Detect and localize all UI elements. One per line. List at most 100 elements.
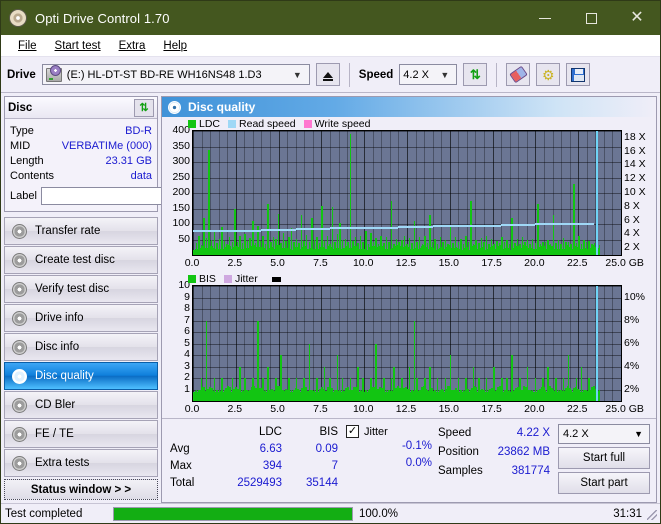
ldc-plot-area[interactable]: [192, 130, 622, 257]
speed-label: Speed: [358, 68, 394, 81]
minimize-button[interactable]: [522, 1, 568, 35]
sidebar-item-label: Verify test disc: [35, 283, 110, 295]
samples-readout: Samples 381774: [438, 461, 558, 480]
position-readout: Position 23862 MB: [438, 442, 558, 461]
minimize-icon: [539, 17, 551, 19]
stats-row-label: Total: [170, 476, 195, 489]
y-tick-label: 350: [172, 139, 190, 152]
refresh-arrows-icon: ⇅: [469, 67, 481, 82]
window-controls: ✕: [522, 1, 660, 35]
stats-avg-ldc: 6.63: [259, 442, 282, 455]
charts-area: LDC Read speed Write speed 400 350 300 2…: [162, 117, 656, 418]
menu-start-test[interactable]: Start test: [46, 38, 110, 54]
stats-row-label: Avg: [170, 442, 190, 455]
sidebar-item-disc-quality[interactable]: Disc quality: [4, 362, 158, 390]
save-button[interactable]: [566, 63, 591, 86]
resize-grip[interactable]: [647, 510, 657, 520]
progress-bar: [113, 506, 353, 521]
disc-icon: [12, 310, 27, 326]
drive-select-value: (E:) HL-DT-ST BD-RE WH16NS48 1.D3: [66, 68, 262, 81]
erase-button[interactable]: [506, 63, 531, 86]
sidebar-item-transfer-rate[interactable]: Transfer rate: [4, 217, 158, 245]
legend-swatch-icon: [303, 120, 312, 128]
disc-quality-icon: [168, 100, 181, 114]
menu-extra[interactable]: Extra: [110, 38, 155, 54]
app-disc-icon: [9, 9, 27, 27]
y-tick-label: 150: [172, 201, 190, 214]
ldc-y-axis-left: 400 350 300 250 200 150 100 50: [162, 124, 192, 256]
jitter-checkbox[interactable]: ✓: [346, 425, 359, 438]
x-tick-label: 5.0: [270, 257, 285, 270]
disc-icon: [12, 223, 27, 239]
drive-select[interactable]: (E:) HL-DT-ST BD-RE WH16NS48 1.D3 ▼: [41, 64, 310, 85]
y2-tick-label: 6 X: [624, 213, 640, 226]
stats-row-label: Max: [170, 459, 192, 472]
disc-mid-value: VERBATIMe (000): [61, 139, 152, 152]
y-tick-label: 250: [172, 170, 190, 183]
legend-bis: BIS: [188, 273, 216, 285]
y2-tick-label: 8 X: [624, 199, 640, 212]
refresh-button[interactable]: ⇅: [463, 63, 488, 86]
panel-header: Disc quality: [162, 97, 656, 117]
y2-tick-label: 14 X: [624, 158, 646, 171]
sidebar-item-fe-te[interactable]: FE / TE: [4, 420, 158, 448]
ldc-plot-wrap: 400 350 300 250 200 150 100 50 18 X 16 X 14 X 12 X…: [162, 124, 656, 272]
bis-chart: BIS Jitter 10 9 8 7 6 5 4 3 2 1 10% 8% 6% 4% 2%: [162, 272, 656, 418]
x-tick-label: 10.0: [352, 403, 374, 415]
speed-select[interactable]: 4.2 X ▼: [399, 64, 458, 85]
start-full-button[interactable]: Start full: [558, 447, 650, 469]
menu-help[interactable]: Help: [154, 38, 196, 54]
status-window-button[interactable]: Status window > >: [4, 479, 158, 500]
x-tick-label: 5.0: [270, 403, 285, 415]
disc-mid-label: MID: [10, 139, 31, 152]
sidebar-item-disc-info[interactable]: Disc info: [4, 333, 158, 361]
maximize-button[interactable]: [568, 1, 614, 35]
sidebar-item-label: Transfer rate: [35, 225, 101, 237]
stats-header-row: LDC BIS: [170, 423, 338, 440]
legend-write-speed: Write speed: [303, 118, 371, 130]
sidebar-item-label: Disc quality: [35, 370, 94, 382]
sidebar-item-cd-bler[interactable]: CD Bler: [4, 391, 158, 419]
close-button[interactable]: ✕: [614, 1, 660, 35]
chevron-down-icon: ▼: [440, 69, 450, 80]
y-tick-label: 50: [178, 232, 190, 245]
disc-icon: [12, 455, 27, 471]
eject-button[interactable]: [315, 63, 340, 86]
disc-refresh-button[interactable]: ⇅: [134, 98, 154, 117]
legend-label: Read speed: [239, 118, 296, 130]
eraser-icon: [508, 65, 528, 84]
body: Disc ⇅ Type BD-R MID VERBATIMe (000) Len…: [1, 93, 660, 503]
x-tick-label: 12.5: [395, 257, 417, 270]
disc-contents-value: data: [130, 169, 152, 182]
x-tick-label: 0.0: [184, 403, 200, 415]
y2-tick-label: 2%: [624, 382, 640, 395]
start-part-button[interactable]: Start part: [558, 472, 650, 494]
x-tick-label: 12.5: [395, 403, 417, 415]
jitter-header: ✓ Jitter: [346, 423, 438, 440]
y2-tick-label: 12 X: [624, 172, 646, 185]
disc-quality-panel: Disc quality LDC Read speed Write speed …: [161, 96, 657, 503]
test-speed-value: 4.2 X: [563, 428, 589, 440]
x-tick-label: 15.0: [438, 257, 460, 270]
disc-label-row: Label: [10, 186, 243, 206]
y-tick-label: 200: [172, 186, 190, 198]
sidebar-nav: Transfer rate Create test disc Verify te…: [4, 217, 158, 477]
panel-title: Disc quality: [188, 100, 256, 114]
ldc-y-axis-right: 18 X 16 X 14 X 12 X 10 X8 X6 X4 X2 X: [622, 130, 656, 256]
test-speed-select[interactable]: 4.2 X ▼: [558, 424, 650, 444]
sidebar-item-extra-tests[interactable]: Extra tests: [4, 449, 158, 477]
samples-readout-value: 381774: [511, 464, 550, 477]
legend-read-speed: Read speed: [228, 118, 296, 130]
maximize-icon: [585, 12, 597, 24]
speed-select-value: 4.2 X: [403, 68, 429, 81]
tools-button[interactable]: ⚙: [536, 63, 561, 86]
legend-label: Jitter: [234, 273, 258, 286]
sidebar-item-drive-info[interactable]: Drive info: [4, 304, 158, 332]
menu-file[interactable]: File: [9, 38, 46, 54]
sidebar-item-create-test-disc[interactable]: Create test disc: [4, 246, 158, 274]
legend-ldc: LDC: [188, 118, 220, 130]
position-readout-value: 23862 MB: [497, 445, 550, 458]
stats-header-ldc: LDC: [258, 425, 282, 438]
sidebar-item-verify-test-disc[interactable]: Verify test disc: [4, 275, 158, 303]
bis-plot-area[interactable]: [192, 285, 622, 402]
